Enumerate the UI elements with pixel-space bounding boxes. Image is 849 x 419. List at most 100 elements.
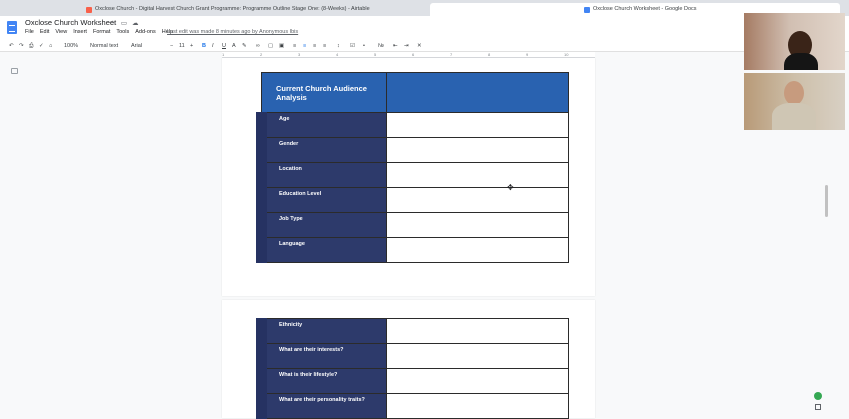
airtable-icon — [86, 6, 92, 13]
style-select[interactable]: Normal text — [90, 41, 118, 51]
participant-2-avatar — [784, 81, 804, 105]
ruler-mark: 3 — [298, 52, 301, 57]
align-right-icon[interactable]: ≡ — [313, 41, 316, 51]
last-edit-link[interactable]: Last edit was made 8 minutes ago by Anon… — [167, 29, 298, 35]
row-value-ethnicity[interactable] — [386, 318, 569, 344]
highlight-icon[interactable]: ✎ — [242, 41, 247, 51]
table-row: What is their lifestyle? — [256, 368, 569, 394]
document-outline-icon[interactable] — [11, 68, 18, 74]
row-label-ethnicity[interactable]: Ethnicity — [256, 318, 387, 344]
undo-icon[interactable]: ↶ — [9, 41, 14, 51]
menu-tools[interactable]: Tools — [116, 29, 129, 35]
row-label-interests[interactable]: What are their interests? — [256, 343, 387, 369]
table-row: Location — [256, 162, 569, 188]
align-center-icon[interactable]: ≡ — [303, 41, 306, 51]
row-label-gender[interactable]: Gender — [256, 137, 387, 163]
row-label-age[interactable]: Age — [256, 112, 387, 138]
tab-airtable[interactable]: Oxclose Church - Digital Harvest Church … — [86, 3, 370, 16]
increase-indent-icon[interactable]: ⇥ — [404, 41, 409, 51]
bold-button[interactable]: B — [202, 41, 206, 51]
audience-traits-table: Ethnicity What are their interests? What… — [256, 318, 569, 419]
row-value-gender[interactable] — [386, 137, 569, 163]
row-label-personality-traits[interactable]: What are their personality traits? — [256, 393, 387, 419]
image-icon[interactable]: ▣ — [279, 41, 284, 51]
paint-format-icon[interactable]: ⌂ — [49, 41, 52, 51]
row-value-personality-traits[interactable] — [386, 393, 569, 419]
clear-formatting-icon[interactable]: ✕ — [417, 41, 422, 51]
ruler-mark: 9 — [526, 52, 529, 57]
google-docs-logo-icon[interactable] — [7, 21, 17, 34]
ruler-mark: 5 — [374, 52, 377, 57]
decrease-indent-icon[interactable]: ⇤ — [393, 41, 398, 51]
redo-icon[interactable]: ↷ — [19, 41, 24, 51]
row-value-job-type[interactable] — [386, 212, 569, 238]
participant-1-body — [784, 53, 818, 70]
print-icon[interactable]: ⎙ — [29, 41, 33, 51]
row-value-lifestyle[interactable] — [386, 368, 569, 394]
table-row: Ethnicity — [256, 318, 569, 344]
numbered-list-icon[interactable]: № — [378, 41, 384, 51]
table-row: Language — [256, 237, 569, 263]
menu-add-ons[interactable]: Add-ons — [135, 29, 156, 35]
audience-analysis-table: Current Church Audience Analysis Age Gen… — [256, 72, 569, 263]
comment-icon[interactable]: ▢ — [268, 41, 273, 51]
move-cursor-icon: ✥ — [507, 183, 514, 192]
tab-airtable-label: Oxclose Church - Digital Harvest Church … — [95, 6, 370, 12]
row-label-education-level[interactable]: Education Level — [256, 187, 387, 213]
text-color-button[interactable]: A — [232, 41, 236, 51]
table-header-row: Current Church Audience Analysis — [261, 72, 569, 113]
table-header-cell[interactable] — [386, 72, 569, 113]
link-icon[interactable]: ∞ — [256, 41, 260, 51]
font-size-increase-icon[interactable]: + — [190, 41, 193, 51]
ruler-mark: 1 — [222, 52, 225, 57]
table-header-title[interactable]: Current Church Audience Analysis — [261, 72, 387, 113]
ruler-mark: 8 — [488, 52, 491, 57]
font-select[interactable]: Arial — [131, 41, 142, 51]
move-folder-icon[interactable]: ▭ — [121, 19, 127, 27]
line-spacing-icon[interactable]: ↕ — [337, 41, 340, 51]
row-value-location[interactable] — [386, 162, 569, 188]
table-row: Education Level — [256, 187, 569, 213]
font-size-input[interactable]: 11 — [179, 41, 185, 51]
menu-format[interactable]: Format — [93, 29, 110, 35]
title-actions: ☆ ▭ ☁ — [110, 19, 138, 27]
document-title[interactable]: Oxclose Church Worksheet — [25, 18, 116, 27]
row-label-job-type[interactable]: Job Type — [256, 212, 387, 238]
checklist-icon[interactable]: ☑ — [350, 41, 355, 51]
side-panel-toggle-icon[interactable] — [815, 404, 821, 410]
justify-icon[interactable]: ≡ — [323, 41, 326, 51]
star-icon[interactable]: ☆ — [110, 19, 116, 27]
menu-bar: File Edit View Insert Format Tools Add-o… — [25, 29, 173, 35]
row-label-language[interactable]: Language — [256, 237, 387, 263]
font-size-decrease-icon[interactable]: − — [170, 41, 173, 51]
menu-view[interactable]: View — [55, 29, 67, 35]
google-docs-icon — [584, 6, 590, 13]
menu-edit[interactable]: Edit — [40, 29, 49, 35]
row-value-language[interactable] — [386, 237, 569, 263]
zoom-select[interactable]: 100% — [64, 41, 78, 51]
row-value-age[interactable] — [386, 112, 569, 138]
ruler-mark: 7 — [450, 52, 453, 57]
menu-file[interactable]: File — [25, 29, 34, 35]
table-row: Age — [256, 112, 569, 138]
row-value-interests[interactable] — [386, 343, 569, 369]
row-label-lifestyle[interactable]: What is their lifestyle? — [256, 368, 387, 394]
italic-button[interactable]: I — [212, 41, 214, 51]
tab-google-docs-label: Oxclose Church Worksheet - Google Docs — [593, 6, 697, 12]
ruler-mark: 2 — [260, 52, 263, 57]
cloud-status-icon[interactable]: ☁ — [132, 19, 139, 27]
ruler-mark: 4 — [336, 52, 339, 57]
align-left-icon[interactable]: ≡ — [293, 41, 296, 51]
browser-tab-strip: Oxclose Church - Digital Harvest Church … — [0, 0, 849, 16]
underline-button[interactable]: U — [222, 41, 226, 51]
video-participant-2 — [744, 73, 845, 130]
explore-icon[interactable] — [814, 392, 822, 400]
ruler-mark: 6 — [412, 52, 415, 57]
row-label-location[interactable]: Location — [256, 162, 387, 188]
ruler-mark: 10 — [564, 52, 569, 57]
spellcheck-icon[interactable]: ✓ — [39, 41, 44, 51]
menu-insert[interactable]: Insert — [73, 29, 87, 35]
vertical-scrollbar[interactable] — [825, 185, 828, 217]
bulleted-list-icon[interactable]: • — [363, 41, 365, 51]
row-value-education-level[interactable] — [386, 187, 569, 213]
